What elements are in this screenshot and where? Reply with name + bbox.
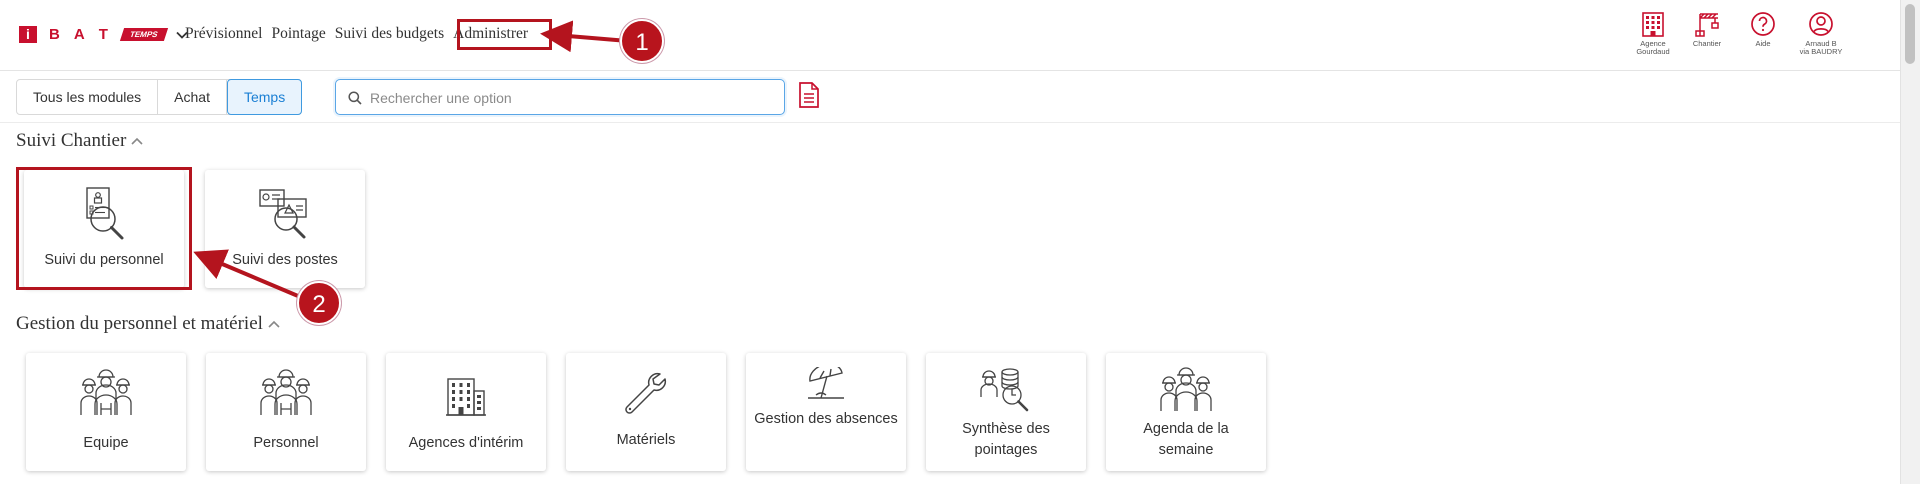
- scrollbar-thumb[interactable]: [1905, 4, 1915, 64]
- annotation-arrows: [193, 20, 629, 298]
- page-scrollbar[interactable]: [1900, 0, 1920, 484]
- annotation-badge-step-1: 1: [620, 19, 664, 63]
- annotation-badge-step-2: 2: [297, 281, 341, 325]
